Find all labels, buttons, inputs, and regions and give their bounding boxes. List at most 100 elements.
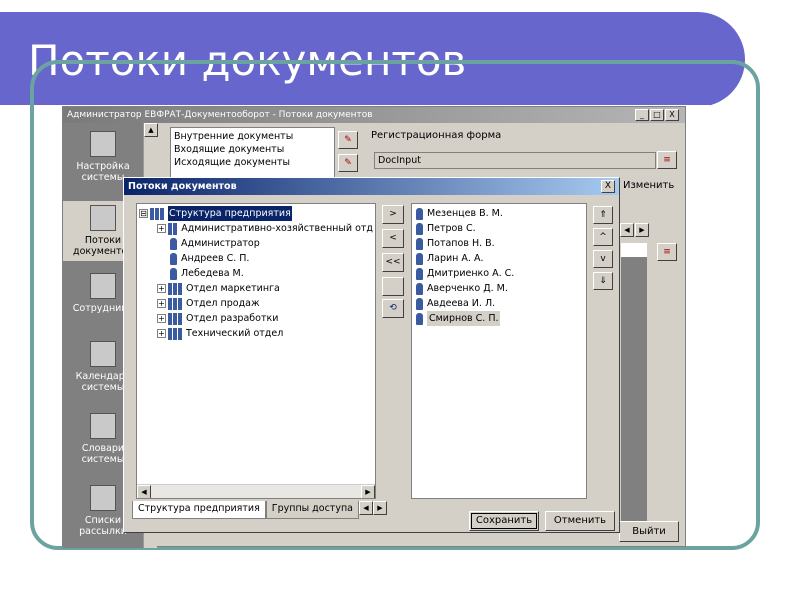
list-item[interactable]: Петров С. [416, 221, 582, 236]
list-item[interactable]: Входящие документы [174, 143, 331, 156]
window-title: Администратор ЕВФРАТ-Документооборот - П… [67, 110, 373, 120]
list-item[interactable]: Авдеева И. Л. [416, 296, 582, 311]
tree-node[interactable]: + Административно-хозяйственный отд [139, 221, 373, 236]
expand-toggle-icon[interactable]: + [157, 284, 166, 293]
move-down-button[interactable]: v [593, 250, 613, 268]
list-item[interactable]: Смирнов С. П. [416, 311, 582, 326]
close-button[interactable]: X [665, 109, 679, 121]
tab-scroll-right-icon[interactable]: ▶ [635, 223, 649, 237]
tree-node-label: Отдел разработки [186, 313, 279, 324]
member-label: Дмитриенко А. С. [427, 268, 515, 279]
doc-flows-dialog: Потоки документов X ⊟ Структура предприят… [123, 177, 620, 533]
tools-icon [90, 131, 116, 157]
move-top-button[interactable]: ⇑ [593, 206, 613, 224]
save-button[interactable]: Сохранить [469, 511, 539, 531]
maximize-button[interactable]: □ [650, 109, 664, 121]
sidebar-item-label: Списки рассылки [79, 515, 127, 537]
list-item[interactable]: Дмитриенко А. С. [416, 266, 582, 281]
member-label: Аверченко Д. М. [427, 283, 508, 294]
list-item[interactable]: Внутренние документы [174, 130, 331, 143]
scroll-up-icon[interactable]: ▲ [144, 123, 158, 137]
tree-node-label: Администратор [181, 238, 260, 249]
person-icon [170, 267, 177, 280]
expand-toggle-icon[interactable]: + [157, 299, 166, 308]
person-icon [416, 222, 423, 235]
add-button[interactable]: > [382, 205, 404, 224]
tree-node[interactable]: ⊟ Структура предприятия [139, 206, 373, 221]
tree-node[interactable]: + Отдел разработки [139, 311, 373, 326]
list-item[interactable]: Потапов Н. В. [416, 236, 582, 251]
move-up-button[interactable]: ^ [593, 228, 613, 246]
member-label: Авдеева И. Л. [427, 298, 496, 309]
expand-toggle-icon[interactable]: + [157, 314, 166, 323]
member-label: Потапов Н. В. [427, 238, 495, 249]
expand-toggle-icon[interactable]: + [157, 329, 166, 338]
tree-hscrollbar[interactable]: ◀ ▶ [137, 484, 375, 498]
refresh-icon[interactable]: ⟲ [382, 299, 404, 318]
tree-node-label: Структура предприятия [168, 206, 292, 221]
person-icon [416, 282, 423, 295]
side-edit-icon[interactable]: ≡ [657, 243, 677, 261]
dialog-title: Потоки документов [124, 178, 619, 195]
group-icon [150, 207, 164, 220]
tree-tabs: Структура предприятия Группы доступа ◀ ▶ [132, 501, 387, 519]
tab-right-icon[interactable]: ▶ [372, 501, 387, 515]
tab-org-structure[interactable]: Структура предприятия [132, 501, 266, 519]
remove-all-button[interactable]: << [382, 253, 404, 272]
window-controls: _ □ X [635, 109, 679, 121]
list-item[interactable]: Аверченко Д. М. [416, 281, 582, 296]
org-tree[interactable]: ⊟ Структура предприятия + Административно-х… [136, 203, 376, 499]
remove-button[interactable]: < [382, 229, 404, 248]
move-bottom-button[interactable]: ⇓ [593, 272, 613, 290]
people-icon [90, 273, 116, 299]
list-item[interactable]: Ларин А. А. [416, 251, 582, 266]
exit-button[interactable]: Выйти [619, 521, 679, 542]
person-icon [416, 207, 423, 220]
reg-form-edit-icon[interactable]: ≡ [657, 151, 677, 169]
expand-toggle-icon[interactable]: ⊟ [139, 209, 148, 218]
list-item[interactable]: Мезенцев В. М. [416, 206, 582, 221]
tree-node[interactable]: Администратор [139, 236, 373, 251]
tab-scroll-left-icon[interactable]: ◀ [620, 223, 634, 237]
expand-toggle-icon[interactable]: + [157, 224, 166, 233]
member-label: Петров С. [427, 223, 476, 234]
tree-node-label: Технический отдел [186, 328, 284, 339]
list-icon [90, 485, 116, 511]
minimize-button[interactable]: _ [635, 109, 649, 121]
tree-node-label: Андреев С. П. [181, 253, 250, 264]
tab-access-groups[interactable]: Группы доступа [265, 501, 359, 519]
scroll-right-icon[interactable]: ▶ [361, 485, 375, 498]
list-item[interactable]: Исходящие документы [174, 156, 331, 169]
reg-form-field[interactable]: DocInput [374, 152, 656, 169]
sidebar-item-label: Настройка системы [76, 161, 130, 183]
right-panel [621, 243, 647, 533]
tree-node-label: Лебедева М. [181, 268, 244, 279]
sidebar-item-settings[interactable]: Настройка системы [63, 131, 143, 183]
group-icon [168, 282, 182, 295]
tab-left-icon[interactable]: ◀ [358, 501, 373, 515]
cancel-button[interactable]: Отменить [545, 511, 615, 531]
tree-node[interactable]: + Отдел продаж [139, 296, 373, 311]
documents-icon [90, 205, 116, 231]
tree-node-label: Отдел продаж [186, 298, 260, 309]
person-icon [416, 312, 423, 325]
blank-button[interactable] [382, 277, 404, 296]
delete-doc-type-icon[interactable]: ✎ [338, 154, 358, 172]
book-icon [90, 413, 116, 439]
sidebar-item-label: Словари системы [81, 443, 125, 465]
change-button[interactable]: Изменить [623, 180, 674, 191]
person-icon [416, 267, 423, 280]
dialog-close-button[interactable]: X [601, 180, 615, 193]
member-label: Ларин А. А. [427, 253, 484, 264]
member-label: Мезенцев В. М. [427, 208, 503, 219]
tree-node[interactable]: + Отдел маркетинга [139, 281, 373, 296]
tree-node[interactable]: Андреев С. П. [139, 251, 373, 266]
scroll-left-icon[interactable]: ◀ [137, 485, 151, 498]
members-list[interactable]: Мезенцев В. М. Петров С. Потапов Н. В. Лари… [411, 203, 587, 499]
edit-doc-type-icon[interactable]: ✎ [338, 131, 358, 149]
doc-types-list[interactable]: Внутренние документы Входящие документы … [170, 127, 335, 179]
reg-form-label: Регистрационная форма [371, 130, 502, 141]
person-icon [416, 237, 423, 250]
tree-node[interactable]: + Технический отдел [139, 326, 373, 341]
tree-node[interactable]: Лебедева М. [139, 266, 373, 281]
